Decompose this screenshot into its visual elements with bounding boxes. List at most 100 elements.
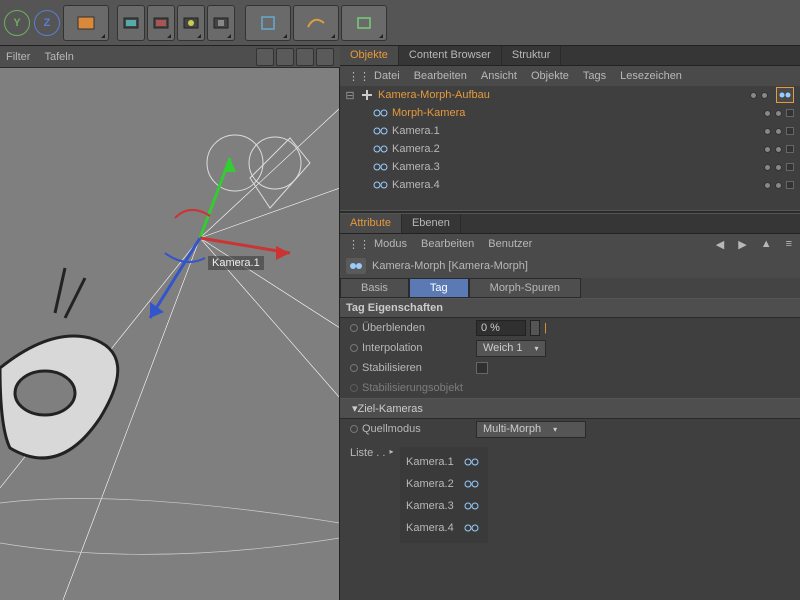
tab-layers[interactable]: Ebenen [402, 214, 461, 233]
vis-dot[interactable] [764, 164, 771, 171]
nav-back-icon[interactable]: ◀ [716, 238, 724, 251]
expand-icon[interactable]: ⊟ [344, 89, 356, 102]
tab-structure[interactable]: Struktur [502, 46, 562, 65]
tree-row-camera[interactable]: Kamera.4 [340, 176, 800, 194]
vis-dot[interactable] [775, 164, 782, 171]
tab-objects[interactable]: Objekte [340, 46, 399, 65]
panels-menu[interactable]: Tafeln [44, 51, 73, 63]
active-cam-toggle[interactable] [786, 181, 794, 189]
vis-dot[interactable] [775, 182, 782, 189]
section-target-cameras[interactable]: ▾Ziel-Kameras [340, 398, 800, 419]
render-settings-button[interactable] [207, 5, 235, 41]
tab-basis[interactable]: Basis [340, 278, 409, 298]
list-label: Liste . . [350, 447, 385, 459]
axis-z-button[interactable]: Z [34, 10, 60, 36]
vis-dot[interactable] [750, 92, 757, 99]
render-view-button[interactable] [117, 5, 145, 41]
active-cam-toggle[interactable] [786, 127, 794, 135]
tree-label[interactable]: Kamera.1 [392, 125, 532, 137]
tab-attributes[interactable]: Attribute [340, 214, 402, 233]
obj-menu-view[interactable]: Ansicht [481, 70, 517, 82]
tree-label[interactable]: Kamera.2 [392, 143, 532, 155]
tree-label[interactable]: Morph-Kamera [392, 107, 532, 119]
active-cam-toggle[interactable] [786, 109, 794, 117]
attr-menu-user[interactable]: Benutzer [488, 238, 532, 250]
anim-dot [350, 384, 358, 392]
obj-menu-file[interactable]: Datei [374, 70, 400, 82]
vis-dot[interactable] [775, 146, 782, 153]
obj-menu-edit[interactable]: Bearbeiten [414, 70, 467, 82]
main-toolbar: Y Z [0, 0, 800, 46]
tree-row-camera[interactable]: Kamera.3 [340, 158, 800, 176]
list-menu-icon[interactable]: ▸ [389, 447, 393, 456]
tab-morph-tracks[interactable]: Morph-Spuren [469, 278, 581, 298]
blend-input[interactable]: 0 % [476, 320, 526, 336]
filter-menu[interactable]: Filter [6, 51, 30, 63]
nav-menu-icon[interactable]: ≡ [786, 238, 792, 250]
tree-row-root[interactable]: ⊟ Kamera-Morph-Aufbau [340, 86, 800, 104]
vis-dot[interactable] [764, 110, 771, 117]
list-item[interactable]: Kamera.1 [406, 451, 482, 473]
render-region-button[interactable] [147, 5, 175, 41]
active-cam-toggle[interactable] [786, 145, 794, 153]
list-item[interactable]: Kamera.3 [406, 495, 482, 517]
display-mode-button[interactable] [63, 5, 109, 41]
nav-fwd-icon[interactable]: ▶ [738, 238, 746, 251]
vis-dot[interactable] [775, 128, 782, 135]
vis-dot[interactable] [775, 110, 782, 117]
anim-dot[interactable] [350, 364, 358, 372]
anim-dot[interactable] [350, 344, 358, 352]
prop-source-mode: Quellmodus Multi-Morph▾ [340, 419, 800, 439]
anim-dot[interactable] [350, 425, 358, 433]
attr-tabbar: Attribute Ebenen [340, 214, 800, 234]
tree-label[interactable]: Kamera-Morph-Aufbau [378, 89, 518, 101]
vis-dot[interactable] [764, 146, 771, 153]
vp-rotate-icon[interactable] [296, 48, 314, 66]
source-mode-dropdown[interactable]: Multi-Morph▾ [476, 421, 586, 438]
object-tree[interactable]: ⊟ Kamera-Morph-Aufbau Morph-Kamera [340, 86, 800, 210]
camera-icon [373, 124, 389, 138]
obj-menu-tags[interactable]: Tags [583, 70, 606, 82]
vis-dot[interactable] [764, 182, 771, 189]
active-cam-toggle[interactable] [786, 163, 794, 171]
attr-menu-edit[interactable]: Bearbeiten [421, 238, 474, 250]
attr-menu-mode[interactable]: Modus [374, 238, 407, 250]
tree-row-camera[interactable]: Kamera.1 [340, 122, 800, 140]
render-picture-button[interactable] [177, 5, 205, 41]
camera-list[interactable]: Kamera.1 Kamera.2 Kamera.3 Kamera.4 [400, 447, 488, 543]
tree-label[interactable]: Kamera.4 [392, 179, 532, 191]
vp-layout-icon[interactable] [316, 48, 334, 66]
prop-blend: Überblenden 0 % | [340, 318, 800, 338]
viewport-subbar: Filter Tafeln [0, 46, 340, 68]
primitive-button[interactable] [245, 5, 291, 41]
nav-up-icon[interactable]: ▲ [761, 238, 772, 250]
generator-button[interactable] [341, 5, 387, 41]
list-item[interactable]: Kamera.2 [406, 473, 482, 495]
camera-icon [373, 142, 389, 156]
obj-menu-bookmarks[interactable]: Lesezeichen [620, 70, 682, 82]
vis-dot[interactable] [761, 92, 768, 99]
tree-row-camera[interactable]: Kamera.2 [340, 140, 800, 158]
morph-tag-icon[interactable] [776, 87, 794, 103]
interp-dropdown[interactable]: Weich 1▾ [476, 340, 546, 357]
vis-dot[interactable] [764, 128, 771, 135]
attr-mode-tabs: Basis Tag Morph-Spuren [340, 278, 800, 298]
stabilize-checkbox[interactable] [476, 362, 488, 374]
tree-row-morph-camera[interactable]: Morph-Kamera [340, 104, 800, 122]
axis-y-button[interactable]: Y [4, 10, 30, 36]
spline-button[interactable] [293, 5, 339, 41]
camera-icon [373, 178, 389, 192]
list-item[interactable]: Kamera.4 [406, 517, 482, 539]
tree-label[interactable]: Kamera.3 [392, 161, 532, 173]
camera-icon [464, 522, 482, 534]
spinner-icon[interactable] [530, 320, 540, 336]
tab-content-browser[interactable]: Content Browser [399, 46, 502, 65]
vp-zoom-icon[interactable] [276, 48, 294, 66]
objects-menubar: ⋮⋮ Datei Bearbeiten Ansicht Objekte Tags… [340, 66, 800, 86]
anim-dot[interactable] [350, 324, 358, 332]
vp-pan-icon[interactable] [256, 48, 274, 66]
tab-tag[interactable]: Tag [409, 278, 469, 298]
morph-tag-icon [346, 258, 366, 274]
obj-menu-objects[interactable]: Objekte [531, 70, 569, 82]
viewport[interactable]: Kamera.1 [0, 68, 340, 600]
